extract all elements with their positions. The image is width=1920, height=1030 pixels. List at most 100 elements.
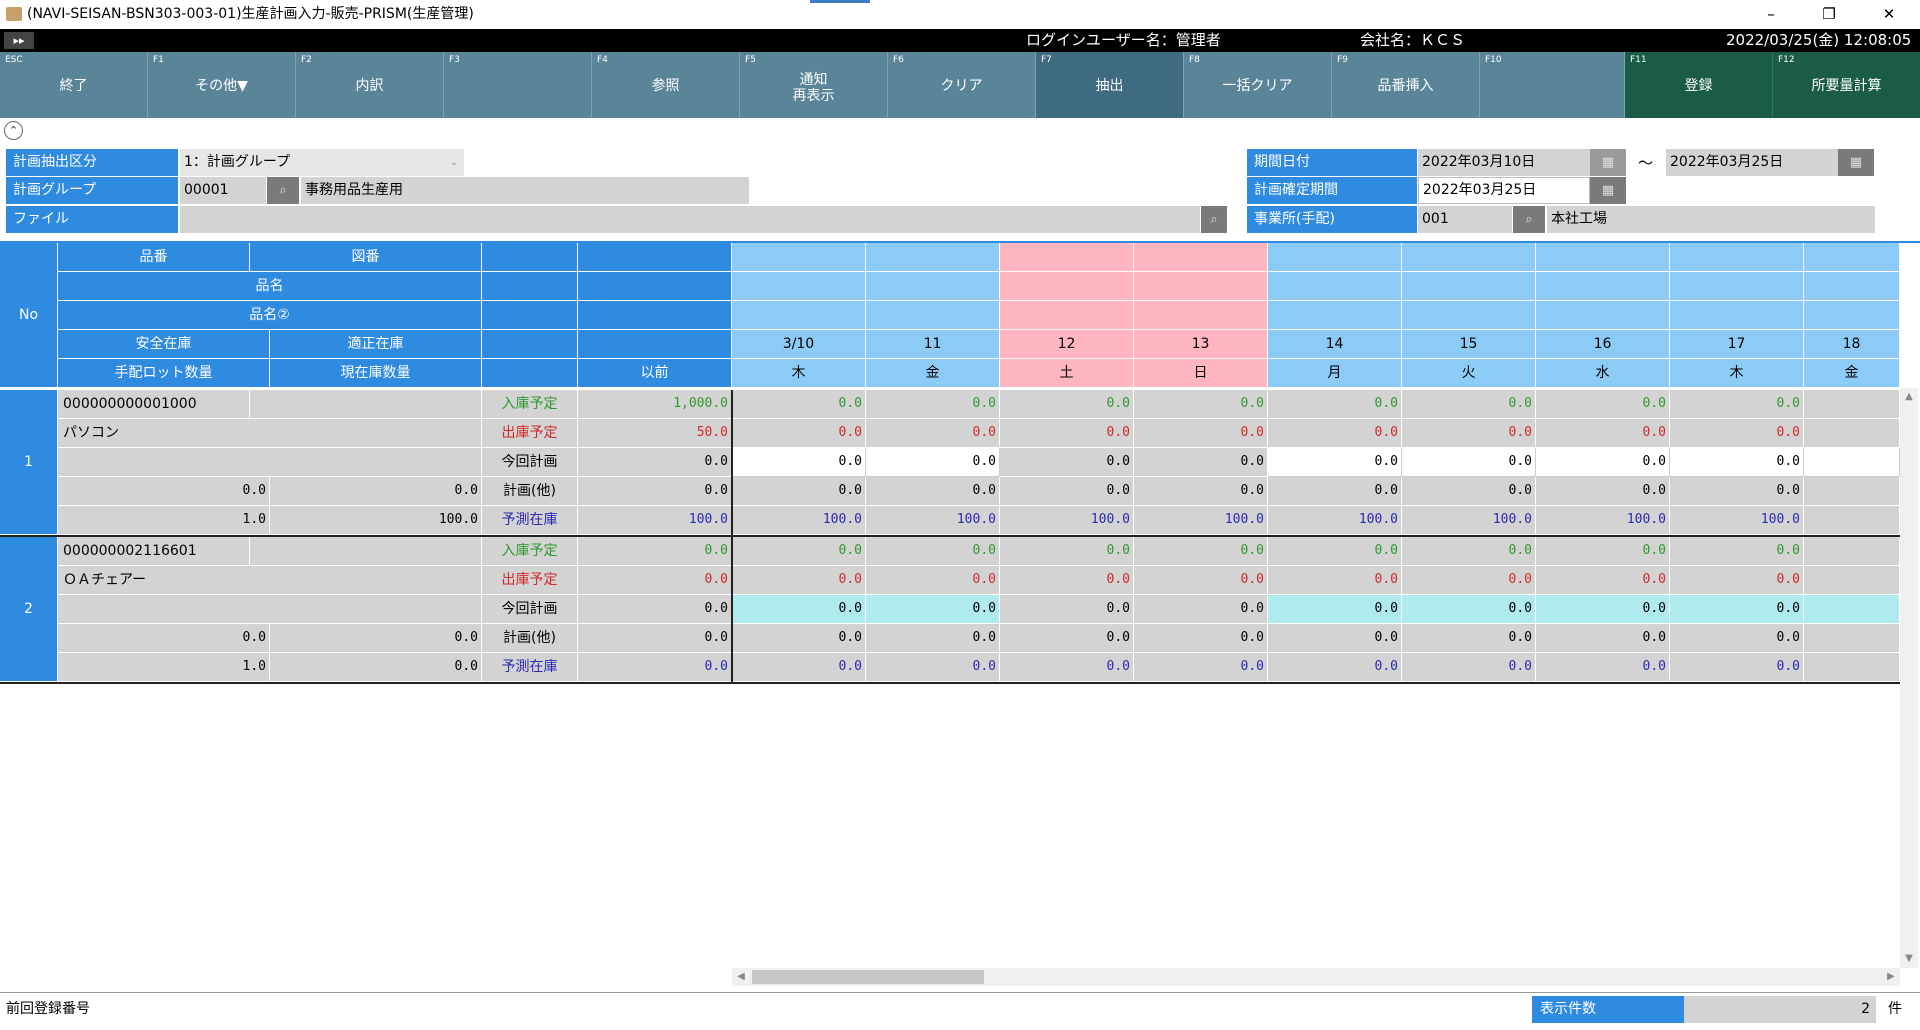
scroll-down-icon[interactable]: ▼ bbox=[1900, 950, 1918, 968]
file-input[interactable] bbox=[180, 206, 1200, 233]
row-label: 今回計画 bbox=[482, 448, 578, 477]
plan-qty-input[interactable]: 0.0 bbox=[866, 595, 1000, 624]
item-safety-stock[interactable]: 0.0 bbox=[58, 477, 270, 506]
day-value: 0.0 bbox=[732, 566, 866, 595]
plan-qty-input[interactable]: 0.0 bbox=[1670, 595, 1804, 624]
plan-qty-input[interactable]: 0.0 bbox=[1000, 448, 1134, 477]
fkey-f3[interactable]: F3 bbox=[444, 52, 592, 118]
day-value: 0.0 bbox=[1536, 419, 1670, 448]
scroll-up-icon[interactable]: ▲ bbox=[1900, 388, 1918, 406]
header-label-col bbox=[482, 272, 578, 301]
office-code-input[interactable]: 001 bbox=[1418, 206, 1512, 233]
period-to-calendar-icon[interactable]: ▦ bbox=[1838, 149, 1874, 176]
plan-qty-input[interactable]: 0.0 bbox=[1134, 448, 1268, 477]
plan-qty-input[interactable] bbox=[1804, 448, 1900, 477]
row-label: 入庫予定 bbox=[482, 537, 578, 566]
fkey-f10[interactable]: F10 bbox=[1480, 52, 1625, 118]
plan-qty-input[interactable]: 0.0 bbox=[732, 595, 866, 624]
period-from-input[interactable]: 2022年03月10日 bbox=[1418, 149, 1590, 176]
header-label-col bbox=[482, 243, 578, 272]
day-value: 0.0 bbox=[1402, 566, 1536, 595]
plan-qty-input[interactable]: 0.0 bbox=[1402, 448, 1536, 477]
fkey-f4-reference[interactable]: F4 参照 bbox=[592, 52, 740, 118]
row-label: 予測在庫 bbox=[482, 506, 578, 535]
item-lot-qty[interactable]: 1.0 bbox=[58, 653, 270, 682]
fkey-f1-other[interactable]: F1 その他▼ bbox=[148, 52, 296, 118]
item-code[interactable]: 000000000001000 bbox=[58, 390, 250, 419]
item-drawing-no[interactable] bbox=[250, 390, 482, 419]
scroll-right-icon[interactable]: ▶ bbox=[1882, 968, 1900, 986]
fkey-f2-breakdown[interactable]: F2 内訳 bbox=[296, 52, 444, 118]
plan-group-name: 事務用品生産用 bbox=[301, 177, 749, 204]
header-date: 15 bbox=[1402, 330, 1536, 359]
minimize-button[interactable]: – bbox=[1748, 0, 1794, 29]
plan-qty-input[interactable]: 0.0 bbox=[1536, 595, 1670, 624]
day-value: 0.0 bbox=[1536, 566, 1670, 595]
day-value bbox=[1804, 624, 1900, 653]
plan-qty-input[interactable]: 0.0 bbox=[1670, 448, 1804, 477]
period-to-input[interactable]: 2022年03月25日 bbox=[1666, 149, 1838, 176]
item-code[interactable]: 000000002116601 bbox=[58, 537, 250, 566]
row-label: 出庫予定 bbox=[482, 566, 578, 595]
header-label-col bbox=[482, 330, 578, 359]
item-lot-qty[interactable]: 1.0 bbox=[58, 506, 270, 535]
item-proper-stock[interactable]: 0.0 bbox=[270, 624, 482, 653]
plan-qty-input[interactable]: 0.0 bbox=[1134, 595, 1268, 624]
vertical-scrollbar[interactable]: ▲ ▼ bbox=[1900, 388, 1918, 968]
item-safety-stock[interactable]: 0.0 bbox=[58, 624, 270, 653]
day-value: 0.0 bbox=[866, 653, 1000, 682]
item-drawing-no[interactable] bbox=[250, 537, 482, 566]
header-day-blank bbox=[1402, 301, 1536, 330]
display-count-value: 2 bbox=[1684, 996, 1876, 1023]
plan-qty-input[interactable]: 0.0 bbox=[1000, 595, 1134, 624]
day-value: 0.0 bbox=[1402, 624, 1536, 653]
plan-group-search-icon[interactable]: ⌕ bbox=[267, 177, 299, 204]
fkey-f9-insert-item[interactable]: F9 品番挿入 bbox=[1332, 52, 1480, 118]
plan-qty-input[interactable]: 0.0 bbox=[866, 448, 1000, 477]
restore-button[interactable]: ❐ bbox=[1806, 0, 1852, 29]
plan-qty-input[interactable]: 0.0 bbox=[1268, 448, 1402, 477]
plan-qty-input[interactable]: 0.0 bbox=[1402, 595, 1536, 624]
plan-qty-input[interactable]: 0.0 bbox=[1268, 595, 1402, 624]
collapse-toggle-icon[interactable]: ⌃ bbox=[4, 121, 23, 140]
expand-menu-button[interactable]: ▸▸ bbox=[4, 32, 34, 49]
day-value: 0.0 bbox=[1268, 477, 1402, 506]
day-value: 100.0 bbox=[1670, 506, 1804, 535]
item-proper-stock[interactable]: 0.0 bbox=[270, 477, 482, 506]
header-weekday: 金 bbox=[866, 359, 1000, 388]
day-value: 0.0 bbox=[1670, 537, 1804, 566]
plan-group-code-input[interactable]: 00001 bbox=[180, 177, 266, 204]
before-value: 0.0 bbox=[578, 448, 732, 477]
scroll-left-icon[interactable]: ◀ bbox=[732, 968, 750, 986]
horizontal-scroll-thumb[interactable] bbox=[752, 970, 984, 984]
fkey-f11-register[interactable]: F11 登録 bbox=[1625, 52, 1773, 118]
confirm-period-input[interactable]: 2022年03月25日 bbox=[1418, 177, 1590, 204]
confirm-period-calendar-icon[interactable]: ▦ bbox=[1590, 177, 1626, 204]
fkey-f12-requirement-calc[interactable]: F12 所要量計算 bbox=[1773, 52, 1920, 118]
horizontal-scrollbar[interactable]: ◀ ▶ bbox=[732, 968, 1900, 986]
day-value: 0.0 bbox=[1268, 390, 1402, 419]
extract-type-value: 1：計画グループ bbox=[184, 154, 291, 170]
day-value: 0.0 bbox=[732, 537, 866, 566]
period-from-calendar-icon[interactable]: ▦ bbox=[1590, 149, 1626, 176]
fkey-f5-notify-redisplay[interactable]: F5 通知 再表示 bbox=[740, 52, 888, 118]
close-button[interactable]: ✕ bbox=[1866, 0, 1912, 29]
day-value: 0.0 bbox=[1134, 537, 1268, 566]
plan-qty-input[interactable] bbox=[1804, 595, 1900, 624]
day-value: 0.0 bbox=[1536, 537, 1670, 566]
fkey-f8-bulk-clear[interactable]: F8 一括クリア bbox=[1184, 52, 1332, 118]
office-search-icon[interactable]: ⌕ bbox=[1513, 206, 1545, 233]
day-value: 100.0 bbox=[1536, 506, 1670, 535]
day-value: 0.0 bbox=[866, 566, 1000, 595]
extract-type-select[interactable]: 1：計画グループ ⌄ bbox=[180, 149, 464, 176]
file-search-icon[interactable]: ⌕ bbox=[1201, 206, 1227, 233]
row-label: 入庫予定 bbox=[482, 390, 578, 419]
taskbar-indicator bbox=[810, 0, 870, 3]
fkey-esc-exit[interactable]: ESC 終了 bbox=[0, 52, 148, 118]
header-drawing-no: 図番 bbox=[250, 243, 482, 272]
plan-qty-input[interactable]: 0.0 bbox=[1536, 448, 1670, 477]
fkey-f6-clear[interactable]: F6 クリア bbox=[888, 52, 1036, 118]
header-day-blank bbox=[1670, 243, 1804, 272]
fkey-f7-extract[interactable]: F7 抽出 bbox=[1036, 52, 1184, 118]
plan-qty-input[interactable]: 0.0 bbox=[732, 448, 866, 477]
